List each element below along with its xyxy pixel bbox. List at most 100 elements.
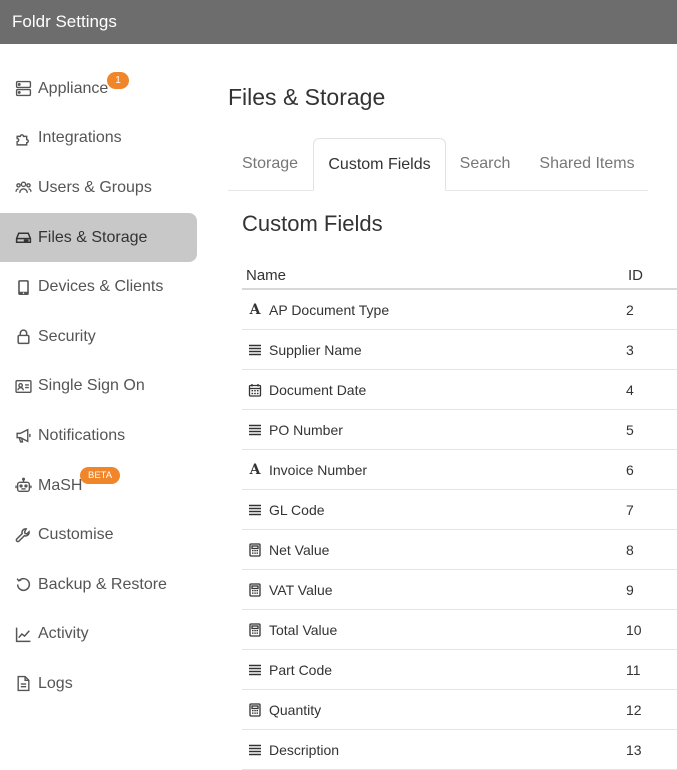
tab-bar: Storage Custom Fields Search Shared Item… (228, 138, 648, 191)
lock-icon (14, 328, 32, 346)
sidebar-item-mash[interactable]: MaSH BETA (0, 461, 197, 511)
sidebar-item-activity[interactable]: Activity (0, 610, 197, 660)
field-name-cell: Total Value (242, 622, 626, 638)
sidebar-item-users-groups[interactable]: Users & Groups (0, 163, 197, 213)
field-id: 5 (626, 421, 634, 438)
sidebar-item-notifications[interactable]: Notifications (0, 411, 197, 461)
sidebar-item-devices-clients[interactable]: Devices & Clients (0, 262, 197, 312)
field-id: 7 (626, 501, 634, 518)
page-title: Files & Storage (228, 84, 386, 110)
sidebar-item-customise[interactable]: Customise (0, 510, 197, 560)
field-name-cell: VAT Value (242, 582, 626, 598)
field-id: 4 (626, 381, 634, 398)
field-name-cell: Net Value (242, 542, 626, 558)
field-id: 13 (626, 741, 642, 758)
section-title: Custom Fields (242, 211, 383, 236)
notification-badge: 1 (107, 72, 129, 89)
field-name: Net Value (269, 541, 330, 558)
sidebar-item-single-sign-on[interactable]: Single Sign On (0, 362, 197, 412)
field-name-cell: Description (242, 742, 626, 758)
field-name: AP Document Type (269, 301, 390, 318)
field-id: 9 (626, 581, 634, 598)
sidebar-item-label: Integrations (38, 129, 122, 147)
server-icon (14, 80, 32, 98)
table-row[interactable]: Quantity 12 (242, 690, 677, 730)
calculator-icon (248, 702, 262, 717)
table-row[interactable]: Document Date 4 (242, 370, 677, 410)
puzzle-icon (14, 129, 32, 147)
sidebar-item-backup-restore[interactable]: Backup & Restore (0, 560, 197, 610)
calendar-icon (248, 383, 262, 397)
sidebar-item-security[interactable]: Security (0, 312, 197, 362)
field-name: PO Number (269, 421, 343, 438)
tablet-icon (14, 278, 32, 296)
field-name: Invoice Number (269, 461, 368, 478)
field-name: Part Code (269, 661, 333, 678)
table-row[interactable]: A AP Document Type 2 (242, 290, 677, 330)
sidebar-item-integrations[interactable]: Integrations (0, 114, 197, 164)
lines-icon (248, 743, 262, 757)
sidebar-item-files-storage[interactable]: Files & Storage (0, 212, 197, 263)
tab-custom-fields[interactable]: Custom Fields (313, 138, 446, 191)
tab-search[interactable]: Search (450, 138, 520, 190)
window-title: Foldr Settings (0, 0, 677, 44)
field-name: Quantity (269, 701, 322, 718)
sidebar-item-label: Backup & Restore (38, 575, 167, 593)
tab-storage[interactable]: Storage (228, 138, 312, 190)
field-id: 10 (626, 621, 642, 638)
table-header: Name ID (242, 262, 677, 290)
calculator-icon (248, 542, 262, 557)
hdd-icon (14, 229, 32, 247)
wrench-icon (14, 526, 32, 544)
field-name: Total Value (269, 621, 338, 638)
field-name-cell: Supplier Name (242, 342, 626, 358)
text-icon: A (249, 461, 261, 478)
field-id: 8 (626, 541, 634, 558)
field-name-cell: PO Number (242, 422, 626, 438)
table-row[interactable]: A Invoice Number 6 (242, 450, 677, 490)
lines-icon (248, 663, 262, 677)
table-row[interactable]: VAT Value 9 (242, 570, 677, 610)
field-id: 6 (626, 461, 634, 478)
megaphone-icon (14, 427, 32, 445)
table-row[interactable]: Supplier Name 3 (242, 330, 677, 370)
field-name: Description (269, 741, 340, 758)
sidebar-item-logs[interactable]: Logs (0, 659, 197, 709)
sidebar-item-label: Notifications (38, 426, 126, 444)
tab-shared-items[interactable]: Shared Items (528, 138, 646, 190)
field-name: GL Code (269, 501, 325, 518)
file-icon (14, 675, 32, 693)
table-row[interactable]: Net Value 8 (242, 530, 677, 570)
table-row[interactable]: Total Value 10 (242, 610, 677, 650)
lines-icon (248, 423, 262, 437)
table-row[interactable]: GL Code 7 (242, 490, 677, 530)
calculator-icon (248, 622, 262, 637)
table-row[interactable]: PO Number 5 (242, 410, 677, 450)
sidebar-item-appliance[interactable]: Appliance 1 (0, 64, 197, 114)
sidebar-item-label: Devices & Clients (38, 278, 164, 296)
table-row[interactable]: Part Code 11 (242, 650, 677, 690)
calculator-icon (248, 582, 262, 597)
field-name-cell: A Invoice Number (242, 462, 626, 478)
table-row[interactable]: Description 13 (242, 730, 677, 770)
sidebar-item-label: Single Sign On (38, 377, 145, 395)
column-header-id[interactable]: ID (628, 267, 668, 284)
sidebar-item-label: Users & Groups (38, 178, 152, 196)
history-icon (14, 576, 32, 594)
field-id: 12 (626, 701, 642, 718)
field-name-cell: Quantity (242, 702, 626, 718)
field-name-cell: GL Code (242, 502, 626, 518)
sidebar-item-label: Security (38, 327, 96, 345)
beta-badge: BETA (80, 466, 121, 484)
text-icon: A (249, 301, 261, 318)
lines-icon (248, 503, 262, 517)
column-header-name[interactable]: Name (242, 267, 628, 284)
sidebar-item-label: Activity (38, 625, 89, 643)
lines-icon (248, 343, 262, 357)
field-id: 11 (626, 661, 641, 678)
field-id: 2 (626, 301, 634, 318)
robot-icon (14, 477, 32, 495)
sidebar-item-label: Logs (38, 674, 73, 692)
id-card-icon (14, 377, 32, 395)
field-name: Document Date (269, 381, 367, 398)
